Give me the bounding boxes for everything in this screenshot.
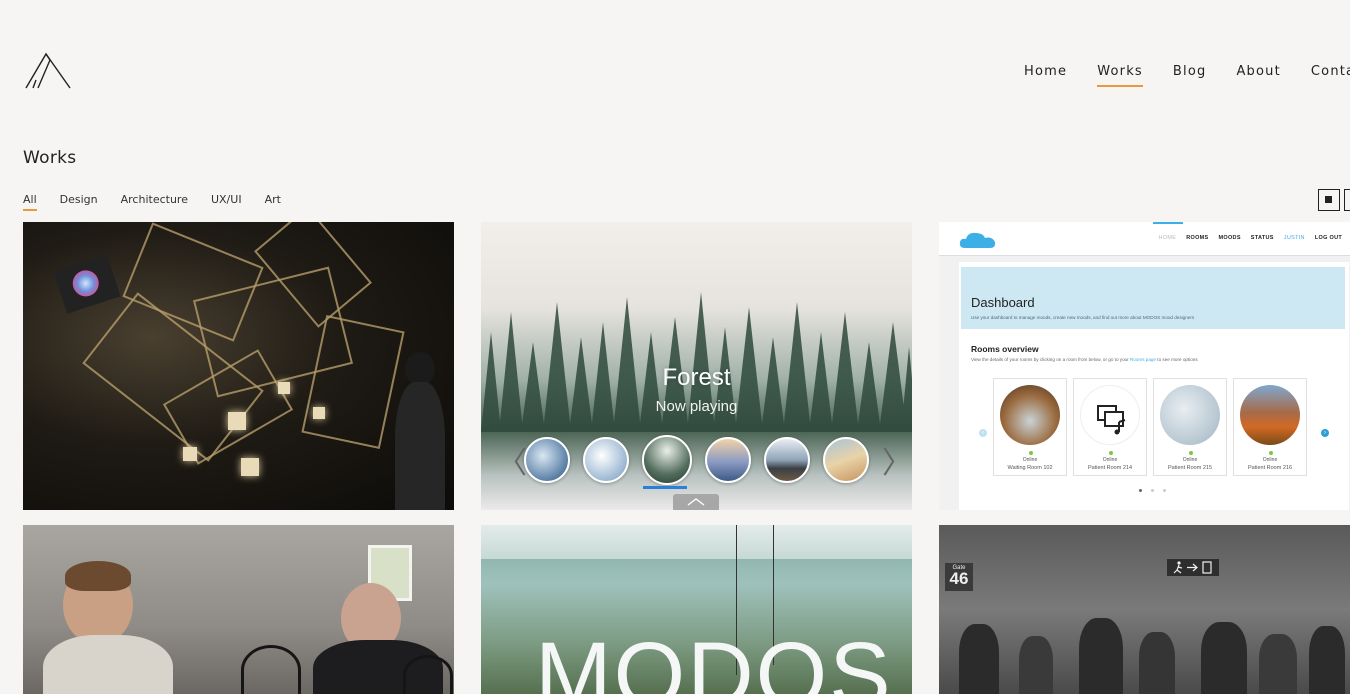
filter-architecture[interactable]: Architecture — [121, 193, 188, 211]
mood-thumb-beach[interactable] — [823, 437, 869, 483]
dashboard-navbar: HOME ROOMS MOODS STATUS JUSTIN LOG OUT — [939, 222, 1350, 256]
dashboard-nav-active-indicator — [1153, 222, 1183, 224]
mood-carousel: 〈 〉 — [497, 434, 912, 486]
mood-thumb-clouds[interactable] — [583, 437, 629, 483]
chevron-up-icon[interactable] — [673, 494, 719, 510]
dashboard-nav-moods[interactable]: MOODS — [1219, 235, 1241, 241]
page-title: Works — [23, 148, 77, 168]
dashboard-nav-user[interactable]: JUSTIN — [1284, 235, 1305, 241]
dashboard-nav-home[interactable]: HOME — [1159, 235, 1177, 241]
dashboard-nav-logout[interactable]: LOG OUT — [1315, 235, 1342, 241]
now-playing-label: Now playing — [655, 398, 738, 415]
grid-large-view-icon[interactable] — [1318, 189, 1340, 211]
main-nav: Home Works Blog About Contac — [1024, 64, 1350, 87]
mood-thumb-forest[interactable] — [642, 435, 692, 485]
room-card[interactable]: Online Waiting Room 102 — [993, 378, 1067, 476]
image-music-icon — [1097, 405, 1126, 435]
room-card[interactable]: Online Patient Room 215 — [1153, 378, 1227, 476]
gate-sign: Gate 46 — [945, 563, 973, 591]
logo-icon[interactable] — [24, 50, 72, 90]
pager-dot[interactable] — [1163, 489, 1166, 492]
filter-ux-ui[interactable]: UX/UI — [211, 193, 242, 211]
room-ceiling — [481, 525, 912, 559]
nav-contact[interactable]: Contac — [1311, 64, 1350, 87]
carousel-selection-indicator — [643, 486, 687, 489]
filter-all[interactable]: All — [23, 193, 37, 211]
installation-monitor — [53, 254, 121, 314]
rooms-page-link[interactable]: Rooms page — [1130, 357, 1156, 362]
mood-thumb-river[interactable] — [524, 437, 570, 483]
mood-thumb-coast[interactable] — [764, 437, 810, 483]
forest-title: Forest — [662, 364, 731, 391]
room-card[interactable]: Online Patient Room 214 — [1073, 378, 1147, 476]
dashboard-header-banner: Dashboard Use your dashboard to manage m… — [961, 267, 1345, 329]
grid-list-view-icon[interactable] — [1344, 189, 1350, 211]
nav-blog[interactable]: Blog — [1173, 64, 1207, 87]
pager-dot[interactable] — [1151, 489, 1154, 492]
rooms-overview-title: Rooms overview — [971, 344, 1039, 354]
filter-design[interactable]: Design — [60, 193, 98, 211]
dashboard-subtitle: Use your dashboard to manage moods, crea… — [971, 315, 1195, 320]
dashboard-panel: Dashboard Use your dashboard to manage m… — [959, 262, 1349, 510]
nav-home[interactable]: Home — [1024, 64, 1067, 87]
work-tile-workshop[interactable] — [23, 525, 454, 694]
dashboard-nav-rooms[interactable]: ROOMS — [1186, 235, 1208, 241]
work-tile-modos[interactable]: MODOS — [481, 525, 912, 694]
work-tile-installation[interactable] — [23, 222, 454, 510]
room-cards: Online Waiting Room 102 Online Patient R… — [993, 378, 1307, 476]
rooms-next-icon[interactable]: › — [1321, 429, 1329, 437]
chevron-left-icon[interactable]: 〈 — [497, 438, 527, 482]
modos-logotype: MODOS — [535, 624, 893, 694]
mood-thumb-mountains[interactable] — [705, 437, 751, 483]
rooms-prev-icon[interactable]: ‹ — [979, 429, 987, 437]
dashboard-title: Dashboard — [971, 295, 1035, 310]
cloud-logo-icon — [959, 232, 996, 248]
view-toggle — [1318, 189, 1350, 211]
room-card[interactable]: Online Patient Room 216 — [1233, 378, 1307, 476]
chevron-right-icon[interactable]: 〉 — [882, 438, 912, 482]
rooms-pager — [1139, 489, 1166, 492]
rooms-overview-subtitle: View the details of your rooms by clicki… — [971, 357, 1198, 362]
dashboard-nav-status[interactable]: STATUS — [1251, 235, 1274, 241]
exit-sign-icon — [1167, 559, 1219, 576]
work-tile-airport[interactable]: Gate 46 — [939, 525, 1350, 694]
filter-art[interactable]: Art — [265, 193, 281, 211]
work-tile-dashboard[interactable]: HOME ROOMS MOODS STATUS JUSTIN LOG OUT D… — [939, 222, 1350, 510]
category-filters: All Design Architecture UX/UI Art — [23, 193, 281, 211]
nav-about[interactable]: About — [1236, 64, 1280, 87]
pager-dot[interactable] — [1139, 489, 1142, 492]
work-tile-forest[interactable]: Forest Now playing 〈 〉 — [481, 222, 912, 510]
nav-works[interactable]: Works — [1097, 64, 1143, 87]
